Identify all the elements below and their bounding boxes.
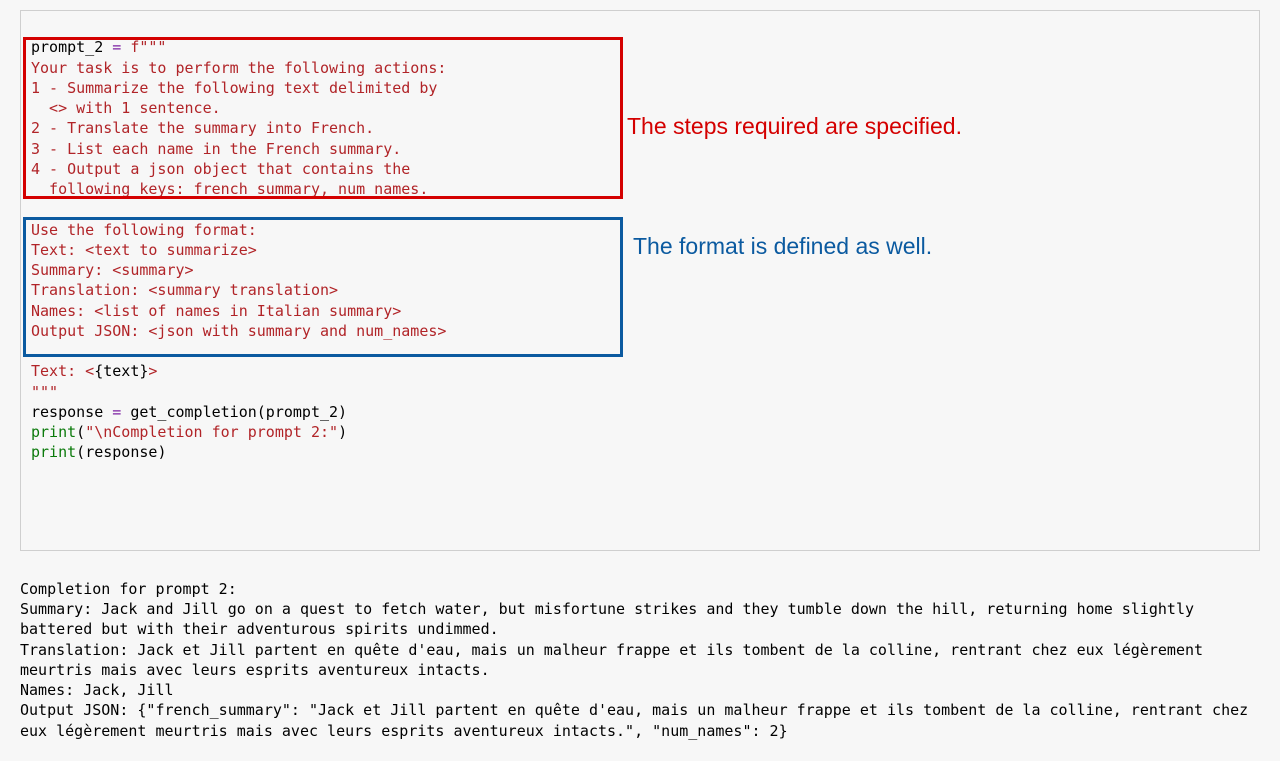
- print-fn: print: [31, 423, 76, 441]
- code-cell: prompt_2 = f""" Your task is to perform …: [20, 10, 1260, 551]
- fstring-close: """: [31, 383, 58, 401]
- output-line: Completion for prompt 2:: [20, 580, 237, 598]
- prompt-line: 4 - Output a json object that contains t…: [31, 160, 419, 178]
- prompt-line: Translation: <summary translation>: [31, 281, 338, 299]
- prompt-line: Summary: <summary>: [31, 261, 194, 279]
- text-interp: {text}: [94, 362, 148, 380]
- prompt-line: 3 - List each name in the French summary…: [31, 140, 401, 158]
- prompt-line: 1 - Summarize the following text delimit…: [31, 79, 446, 97]
- paren: ): [338, 423, 347, 441]
- annotation-format: The format is defined as well.: [633, 231, 932, 262]
- string-arg: "\nCompletion for prompt 2:": [85, 423, 338, 441]
- print-fn: print: [31, 443, 76, 461]
- output-cell: Completion for prompt 2: Summary: Jack a…: [20, 559, 1260, 741]
- assign-op: =: [103, 38, 130, 56]
- var-name: response: [31, 403, 103, 421]
- output-line: Translation: Jack et Jill partent en quê…: [20, 641, 1212, 679]
- prompt-line: Text: <text to summarize>: [31, 241, 257, 259]
- text-prefix: Text: <: [31, 362, 94, 380]
- text-suffix: >: [148, 362, 157, 380]
- prompt-line: Your task is to perform the following ac…: [31, 59, 455, 77]
- fstring-open: f""": [130, 38, 166, 56]
- arg: response: [85, 443, 157, 461]
- prompt-line: Output JSON: <json with summary and num_…: [31, 322, 446, 340]
- annotation-steps: The steps required are specified.: [627, 111, 962, 142]
- paren: (: [76, 443, 85, 461]
- prompt-line: following keys: french_summary, num_name…: [31, 180, 428, 198]
- prompt-line: 2 - Translate the summary into French.: [31, 119, 374, 137]
- func-call: get_completion(prompt_2): [130, 403, 347, 421]
- output-line: Summary: Jack and Jill go on a quest to …: [20, 600, 1203, 638]
- paren: ): [157, 443, 166, 461]
- prompt-line: Names: <list of names in Italian summary…: [31, 302, 401, 320]
- output-line: Output JSON: {"french_summary": "Jack et…: [20, 701, 1257, 739]
- paren: (: [76, 423, 85, 441]
- prompt-line: Use the following format:: [31, 221, 257, 239]
- output-line: Names: Jack, Jill: [20, 681, 174, 699]
- prompt-line: <> with 1 sentence.: [31, 99, 221, 117]
- var-name: prompt_2: [31, 38, 103, 56]
- assign-op: =: [103, 403, 130, 421]
